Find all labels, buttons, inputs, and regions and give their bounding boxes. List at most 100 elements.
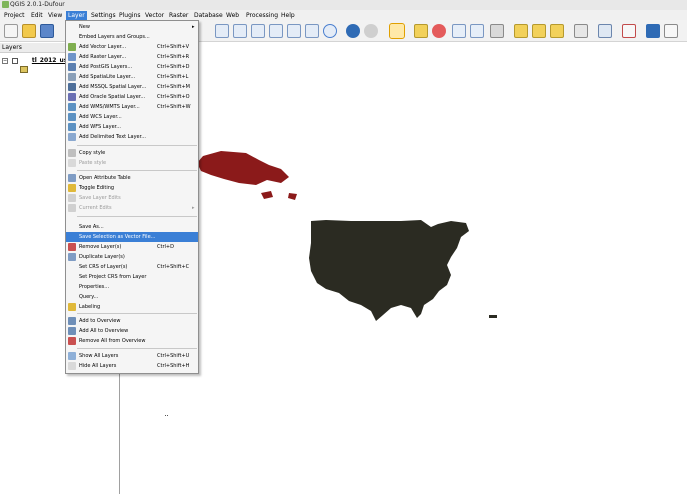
- zoom-in-icon[interactable]: [215, 24, 229, 38]
- expression-select-icon[interactable]: [432, 24, 446, 38]
- plugin-icon[interactable]: [622, 24, 636, 38]
- save-project-icon[interactable]: [40, 24, 54, 38]
- submenu-arrow-icon: ▸: [192, 205, 195, 211]
- zoom-selection-icon[interactable]: [287, 24, 301, 38]
- attribute-table-icon[interactable]: [452, 24, 466, 38]
- new-project-icon[interactable]: [4, 24, 18, 38]
- menu-save-layer-edits[interactable]: Save Layer Edits: [66, 193, 198, 203]
- map-canvas[interactable]: [121, 43, 687, 494]
- menu-add-all-to-overview[interactable]: Add All to Overview: [66, 326, 198, 336]
- labeling-icon: [68, 303, 76, 311]
- menu-project[interactable]: Project: [2, 11, 27, 20]
- menu-separator: [77, 313, 197, 314]
- menu-labeling[interactable]: Labeling: [66, 302, 198, 312]
- show-bookmarks-icon[interactable]: [550, 24, 564, 38]
- menu-item-label: New: [79, 24, 90, 30]
- menu-open-attribute-table[interactable]: Open Attribute Table: [66, 173, 198, 183]
- map-tips-icon[interactable]: [514, 24, 528, 38]
- refresh-icon[interactable]: [323, 24, 337, 38]
- menu-duplicate-layers[interactable]: Duplicate Layer(s): [66, 252, 198, 262]
- zoom-last-icon[interactable]: [305, 24, 319, 38]
- menu-add-postgis-layers[interactable]: Add PostGIS Layers... Ctrl+Shift+D: [66, 62, 198, 72]
- menu-add-raster-layer[interactable]: Add Raster Layer... Ctrl+Shift+R: [66, 52, 198, 62]
- zoom-full-icon[interactable]: [251, 24, 265, 38]
- menu-add-vector-layer[interactable]: Add Vector Layer... Ctrl+Shift+V: [66, 42, 198, 52]
- menu-set-project-crs[interactable]: Set Project CRS from Layer: [66, 272, 198, 282]
- menu-processing[interactable]: Processing: [244, 11, 280, 20]
- eye-icon: [68, 352, 76, 360]
- measure-icon[interactable]: [490, 24, 504, 38]
- attribute-table-icon: [68, 174, 76, 182]
- menu-item-label: Add WFS Layer...: [79, 124, 122, 130]
- zoom-out-icon[interactable]: [233, 24, 247, 38]
- menu-remove-layers[interactable]: Remove Layer(s) Ctrl+D: [66, 242, 198, 252]
- menu-add-oracle-layer[interactable]: Add Oracle Spatial Layer... Ctrl+Shift+O: [66, 92, 198, 102]
- select-features-icon[interactable]: [389, 23, 405, 39]
- menu-remove-all-from-overview[interactable]: Remove All from Overview: [66, 336, 198, 346]
- menu-view[interactable]: View: [46, 11, 64, 20]
- oracle-icon: [68, 93, 76, 101]
- menu-add-wfs-layer[interactable]: Add WFS Layer...: [66, 122, 198, 132]
- menu-item-label: Save Layer Edits: [79, 195, 121, 201]
- menu-query[interactable]: Query...: [66, 292, 198, 302]
- whats-this-icon[interactable]: [664, 24, 678, 38]
- menu-item-label: Add WCS Layer...: [79, 114, 122, 120]
- menu-item-shortcut: Ctrl+D: [157, 244, 174, 250]
- menu-add-delimited-text[interactable]: Add Delimited Text Layer...: [66, 132, 198, 142]
- menu-hide-all-layers[interactable]: Hide All Layers Ctrl+Shift+H: [66, 361, 198, 371]
- menu-set-crs-of-layers[interactable]: Set CRS of Layer(s) Ctrl+Shift+C: [66, 262, 198, 272]
- layer-row[interactable]: − tl_2012_us_: [2, 56, 70, 65]
- menu-current-edits[interactable]: Current Edits ▸: [66, 203, 198, 213]
- menu-settings[interactable]: Settings: [89, 11, 118, 20]
- menu-item-shortcut: Ctrl+Shift+U: [157, 353, 190, 359]
- settings-gear-icon[interactable]: [364, 24, 378, 38]
- menu-separator: [77, 170, 197, 171]
- menu-add-wms-layer[interactable]: Add WMS/WMTS Layer... Ctrl+Shift+W: [66, 102, 198, 112]
- menu-new[interactable]: New ▸: [66, 22, 198, 32]
- menu-separator: [77, 145, 197, 146]
- identify-icon[interactable]: [346, 24, 360, 38]
- menu-add-wcs-layer[interactable]: Add WCS Layer...: [66, 112, 198, 122]
- layer-visibility-checkbox[interactable]: [11, 57, 18, 64]
- menu-item-label: Add SpatiaLite Layer...: [79, 74, 136, 80]
- print-composer-icon[interactable]: [598, 24, 612, 38]
- eye-closed-icon: [68, 362, 76, 370]
- menu-add-spatialite-layer[interactable]: Add SpatiaLite Layer... Ctrl+Shift+L: [66, 72, 198, 82]
- field-calculator-icon[interactable]: [470, 24, 484, 38]
- deselect-icon[interactable]: [414, 24, 428, 38]
- menu-edit[interactable]: Edit: [29, 11, 45, 20]
- menu-toggle-editing[interactable]: Toggle Editing: [66, 183, 198, 193]
- menu-layer[interactable]: Layer: [66, 11, 87, 20]
- menu-copy-style[interactable]: Copy style: [66, 148, 198, 158]
- collapse-icon[interactable]: −: [2, 57, 8, 64]
- menu-add-to-overview[interactable]: Add to Overview: [66, 316, 198, 326]
- zoom-layer-icon[interactable]: [269, 24, 283, 38]
- menu-item-label: Embed Layers and Groups...: [79, 34, 150, 40]
- menu-item-label: Set Project CRS from Layer: [79, 274, 147, 280]
- title-bar: QGIS 2.0.1-Dufour: [0, 0, 687, 10]
- menu-save-as[interactable]: Save As...: [66, 222, 198, 232]
- menu-add-mssql-layer[interactable]: Add MSSQL Spatial Layer... Ctrl+Shift+M: [66, 82, 198, 92]
- menu-vector[interactable]: Vector: [143, 11, 166, 20]
- menu-paste-style[interactable]: Paste style: [66, 158, 198, 168]
- menu-item-label: Properties...: [79, 284, 110, 290]
- menu-item-shortcut: Ctrl+Shift+O: [157, 94, 190, 100]
- menu-properties[interactable]: Properties...: [66, 282, 198, 292]
- help-icon[interactable]: [646, 24, 660, 38]
- pencil-icon: [68, 184, 76, 192]
- menu-item-shortcut: Ctrl+Shift+H: [157, 363, 190, 369]
- add-overview-icon: [68, 317, 76, 325]
- menu-embed-layers[interactable]: Embed Layers and Groups...: [66, 32, 198, 42]
- menu-item-shortcut: Ctrl+Shift+W: [157, 104, 191, 110]
- menu-show-all-layers[interactable]: Show All Layers Ctrl+Shift+U: [66, 351, 198, 361]
- menu-web[interactable]: Web: [224, 11, 241, 20]
- menu-plugins[interactable]: Plugins: [117, 11, 143, 20]
- menu-database[interactable]: Database: [192, 11, 225, 20]
- text-annotation-icon[interactable]: [574, 24, 588, 38]
- menu-help[interactable]: Help: [279, 11, 297, 20]
- menu-item-shortcut: Ctrl+Shift+M: [157, 84, 190, 90]
- menu-raster[interactable]: Raster: [167, 11, 190, 20]
- open-project-icon[interactable]: [22, 24, 36, 38]
- new-bookmark-icon[interactable]: [532, 24, 546, 38]
- menu-save-selection-as-vector[interactable]: Save Selection as Vector File...: [66, 232, 198, 242]
